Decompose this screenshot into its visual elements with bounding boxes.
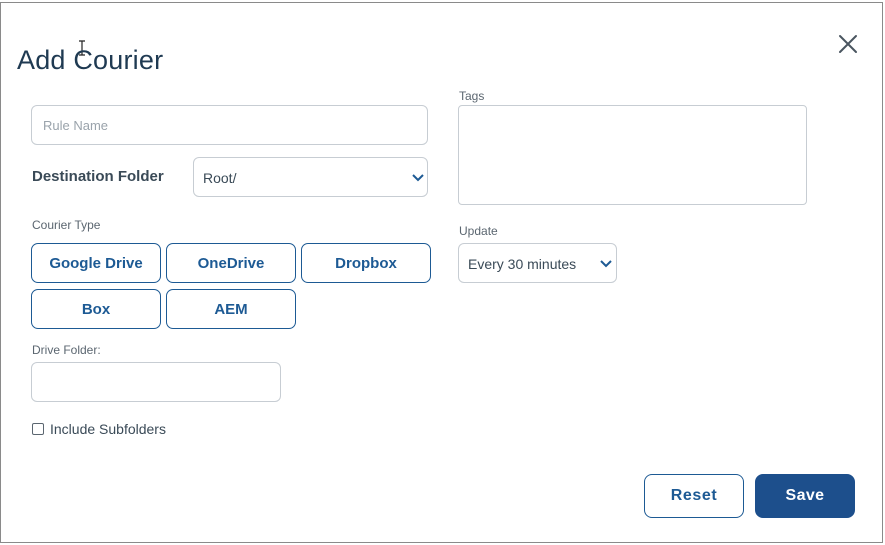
update-value: Every 30 minutes bbox=[468, 256, 577, 272]
destination-folder-label: Destination Folder bbox=[32, 168, 164, 185]
save-button[interactable]: Save bbox=[755, 474, 855, 518]
destination-folder-value: Root/ bbox=[203, 170, 237, 186]
tags-input[interactable] bbox=[458, 105, 807, 205]
dialog-title: Add Courier bbox=[17, 45, 164, 75]
reset-button[interactable]: Reset bbox=[644, 474, 744, 518]
rule-name-input[interactable]: Rule Name bbox=[31, 105, 428, 145]
courier-type-dropbox-button[interactable]: Dropbox bbox=[301, 243, 431, 283]
rule-name-placeholder: Rule Name bbox=[43, 118, 109, 133]
update-label: Update bbox=[459, 224, 498, 238]
courier-type-label: Courier Type bbox=[32, 218, 101, 232]
courier-type-onedrive-button[interactable]: OneDrive bbox=[166, 243, 296, 283]
drive-folder-label: Drive Folder: bbox=[32, 343, 101, 357]
include-subfolders-checkbox[interactable] bbox=[32, 423, 44, 435]
courier-type-box-button[interactable]: Box bbox=[31, 289, 161, 329]
courier-type-aem-button[interactable]: AEM bbox=[166, 289, 296, 329]
tags-label: Tags bbox=[459, 89, 485, 103]
add-courier-dialog: Add Courier Rule Name Destination Folder… bbox=[0, 2, 883, 543]
courier-type-google-drive-button[interactable]: Google Drive bbox=[31, 243, 161, 283]
chevron-down-icon bbox=[600, 260, 612, 268]
include-subfolders-label[interactable]: Include Subfolders bbox=[50, 421, 166, 437]
chevron-down-icon bbox=[412, 174, 424, 182]
drive-folder-input[interactable] bbox=[31, 362, 281, 402]
close-icon[interactable] bbox=[835, 31, 861, 57]
update-select[interactable]: Every 30 minutes bbox=[458, 243, 617, 283]
destination-folder-select[interactable]: Root/ bbox=[193, 157, 428, 197]
